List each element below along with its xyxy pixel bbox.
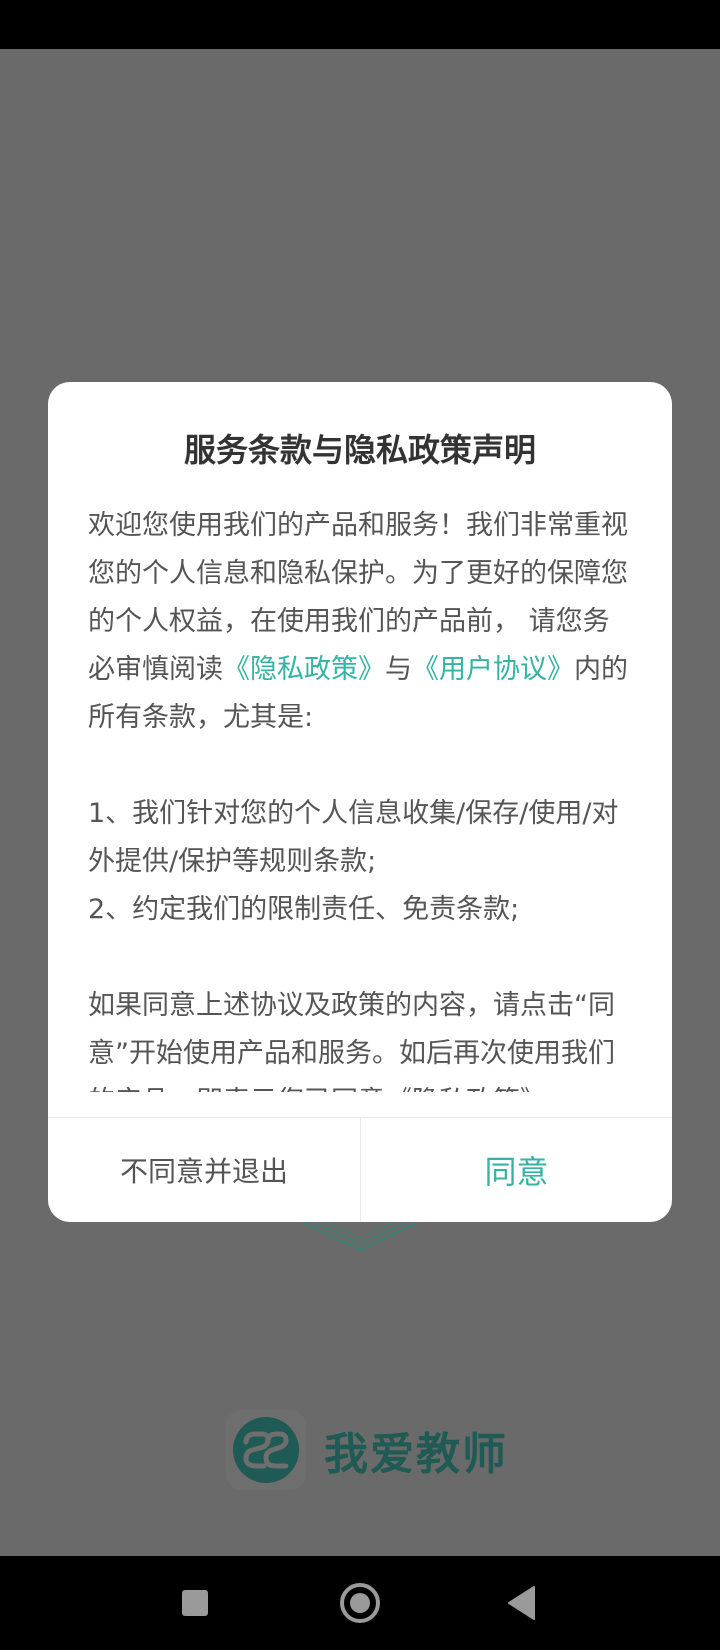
circle-home-icon <box>340 1583 380 1623</box>
dialog-content-scroll[interactable]: 欢迎您使用我们的产品和服务！我们非常重视您的个人信息和隐私保护。为了更好的保障您… <box>88 502 632 1092</box>
agree-button[interactable]: 同意 <box>361 1118 672 1222</box>
term-item-2: 2、约定我们的限制责任、免责条款; <box>88 894 520 925</box>
and-text: 与 <box>385 654 412 685</box>
decorative-chevron-icon <box>301 1222 419 1252</box>
back-button[interactable] <box>482 1556 562 1650</box>
square-icon <box>182 1590 208 1616</box>
user-agreement-link[interactable]: 《用户协议》 <box>412 654 574 685</box>
intro-paragraph: 欢迎您使用我们的产品和服务！我们非常重视您的个人信息和隐私保护。为了更好的保障您… <box>88 502 632 742</box>
brand-name: 我爱教师 <box>324 1429 508 1480</box>
status-bar <box>0 0 720 49</box>
disagree-exit-button[interactable]: 不同意并退出 <box>48 1118 360 1222</box>
brand-logo <box>226 1410 306 1490</box>
privacy-policy-link[interactable]: 《隐私政策》 <box>223 654 385 685</box>
terms-dialog: 服务条款与隐私政策声明 欢迎您使用我们的产品和服务！我们非常重视您的个人信息和隐… <box>48 382 672 1222</box>
triangle-back-icon <box>508 1586 535 1620</box>
brand-lockup: 我爱教师 <box>226 1410 508 1490</box>
home-button[interactable] <box>320 1556 400 1650</box>
dialog-title: 服务条款与隐私政策声明 <box>183 431 536 469</box>
closing-paragraph: 如果同意上述协议及政策的内容，请点击“同意”开始使用产品和服务。如后再次使用我们… <box>88 990 615 1092</box>
recents-button[interactable] <box>155 1556 235 1650</box>
term-item-1: 1、我们针对您的个人信息收集/保存/使用/对外提供/保护等规则条款; <box>88 798 619 877</box>
ss-logo-icon <box>233 1417 299 1483</box>
navigation-bar <box>0 1556 720 1650</box>
